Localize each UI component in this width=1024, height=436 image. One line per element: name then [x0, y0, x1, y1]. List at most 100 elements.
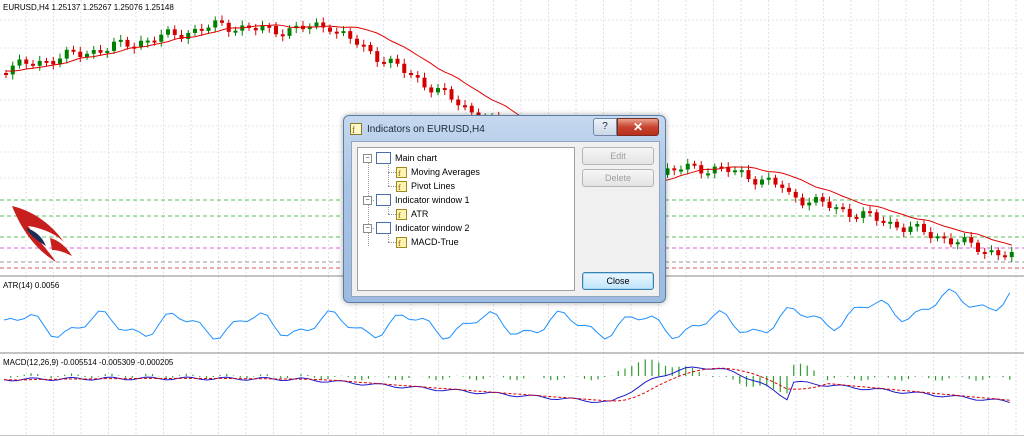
tree-item-macd-true[interactable]: f MACD-True: [396, 235, 459, 249]
candle: [348, 31, 353, 39]
candle: [841, 207, 845, 210]
atr-label: ATR(14) 0.0056: [3, 281, 60, 290]
dialog-titlebar[interactable]: f Indicators on EURUSD,H4: [350, 119, 485, 139]
candle: [942, 236, 947, 239]
candle: [213, 20, 218, 28]
candle: [388, 58, 393, 64]
candle: [274, 25, 278, 35]
edit-button[interactable]: Edit: [582, 147, 654, 165]
help-button[interactable]: ?: [593, 118, 617, 136]
candle: [51, 60, 56, 65]
candle: [112, 41, 116, 51]
candle: [908, 226, 913, 232]
candle: [456, 99, 461, 106]
candle: [91, 50, 96, 54]
candle: [847, 208, 852, 217]
candle: [449, 89, 454, 100]
candle: [679, 169, 683, 172]
candle: [139, 40, 143, 47]
macd-line: [3, 366, 1010, 404]
tree-item-indicator-window-2[interactable]: − Indicator window 2: [363, 221, 470, 235]
collapse-icon[interactable]: −: [363, 223, 372, 233]
indicator-tree[interactable]: − Main chart f Moving Averages f Pivot L…: [357, 147, 575, 291]
candle: [253, 27, 258, 31]
candle: [125, 39, 130, 47]
candle: [415, 75, 420, 78]
collapse-icon[interactable]: −: [363, 153, 372, 163]
candle: [145, 40, 150, 43]
candle: [260, 25, 265, 31]
candle: [935, 236, 940, 239]
candle: [78, 51, 83, 58]
candle: [787, 187, 791, 192]
candle: [773, 177, 778, 185]
candle: [955, 242, 960, 245]
candle: [874, 212, 879, 221]
candle: [361, 44, 366, 47]
collapse-icon[interactable]: −: [363, 195, 372, 205]
close-button[interactable]: Close: [582, 272, 654, 290]
candle: [71, 49, 76, 52]
candle: [463, 105, 467, 108]
candle: [685, 163, 690, 170]
indicator-icon: f: [396, 236, 407, 248]
candle: [355, 38, 359, 45]
dialog-body: − Main chart f Moving Averages f Pivot L…: [351, 141, 660, 297]
candle: [193, 28, 197, 33]
candle: [64, 49, 69, 59]
candle: [692, 163, 697, 166]
candle: [962, 237, 967, 243]
candle: [31, 63, 35, 66]
candle: [746, 170, 751, 180]
candle: [1003, 255, 1007, 258]
tree-item-indicator-window-1[interactable]: − Indicator window 1: [363, 193, 470, 207]
candle: [402, 63, 407, 73]
candle: [793, 191, 798, 198]
candle: [868, 211, 872, 214]
candle: [827, 201, 832, 208]
candle: [807, 202, 812, 206]
candle: [1009, 251, 1014, 258]
candle: [766, 177, 771, 180]
candle: [368, 44, 373, 52]
candle: [10, 65, 15, 75]
candle: [976, 242, 980, 252]
tree-item-moving-averages[interactable]: f Moving Averages: [396, 165, 480, 179]
candle: [800, 197, 805, 206]
delete-button[interactable]: Delete: [582, 169, 654, 187]
candle: [442, 88, 447, 91]
symbol-header: EURUSD,H4 1.25137 1.25267 1.25076 1.2514…: [3, 3, 174, 12]
candle: [44, 60, 49, 63]
candle: [814, 197, 818, 203]
candle: [382, 61, 386, 64]
candle: [118, 39, 123, 42]
window-icon: [376, 222, 391, 234]
candle: [314, 22, 319, 27]
candle: [949, 238, 953, 245]
window-icon: [376, 152, 391, 164]
window-icon: [376, 194, 391, 206]
candle: [334, 31, 339, 34]
candle: [159, 34, 164, 42]
svg-text:f: f: [398, 183, 401, 192]
svg-text:f: f: [398, 169, 401, 178]
candle: [733, 170, 737, 173]
tree-item-main-chart[interactable]: − Main chart: [363, 151, 437, 165]
candle: [989, 250, 994, 253]
window-close-button[interactable]: ✕: [617, 118, 659, 136]
candle: [969, 237, 974, 243]
candle: [4, 73, 8, 75]
candle: [820, 197, 825, 202]
tree-item-atr[interactable]: f ATR: [396, 207, 428, 221]
candle: [895, 221, 899, 228]
candle: [915, 223, 920, 227]
candle: [37, 60, 42, 66]
candle: [24, 59, 29, 64]
candle: [881, 220, 886, 223]
candle: [105, 50, 110, 53]
tree-item-pivot-lines[interactable]: f Pivot Lines: [396, 179, 455, 193]
candle: [17, 59, 22, 66]
indicator-icon: f: [396, 208, 407, 220]
candle: [287, 28, 292, 36]
candle: [280, 34, 285, 37]
